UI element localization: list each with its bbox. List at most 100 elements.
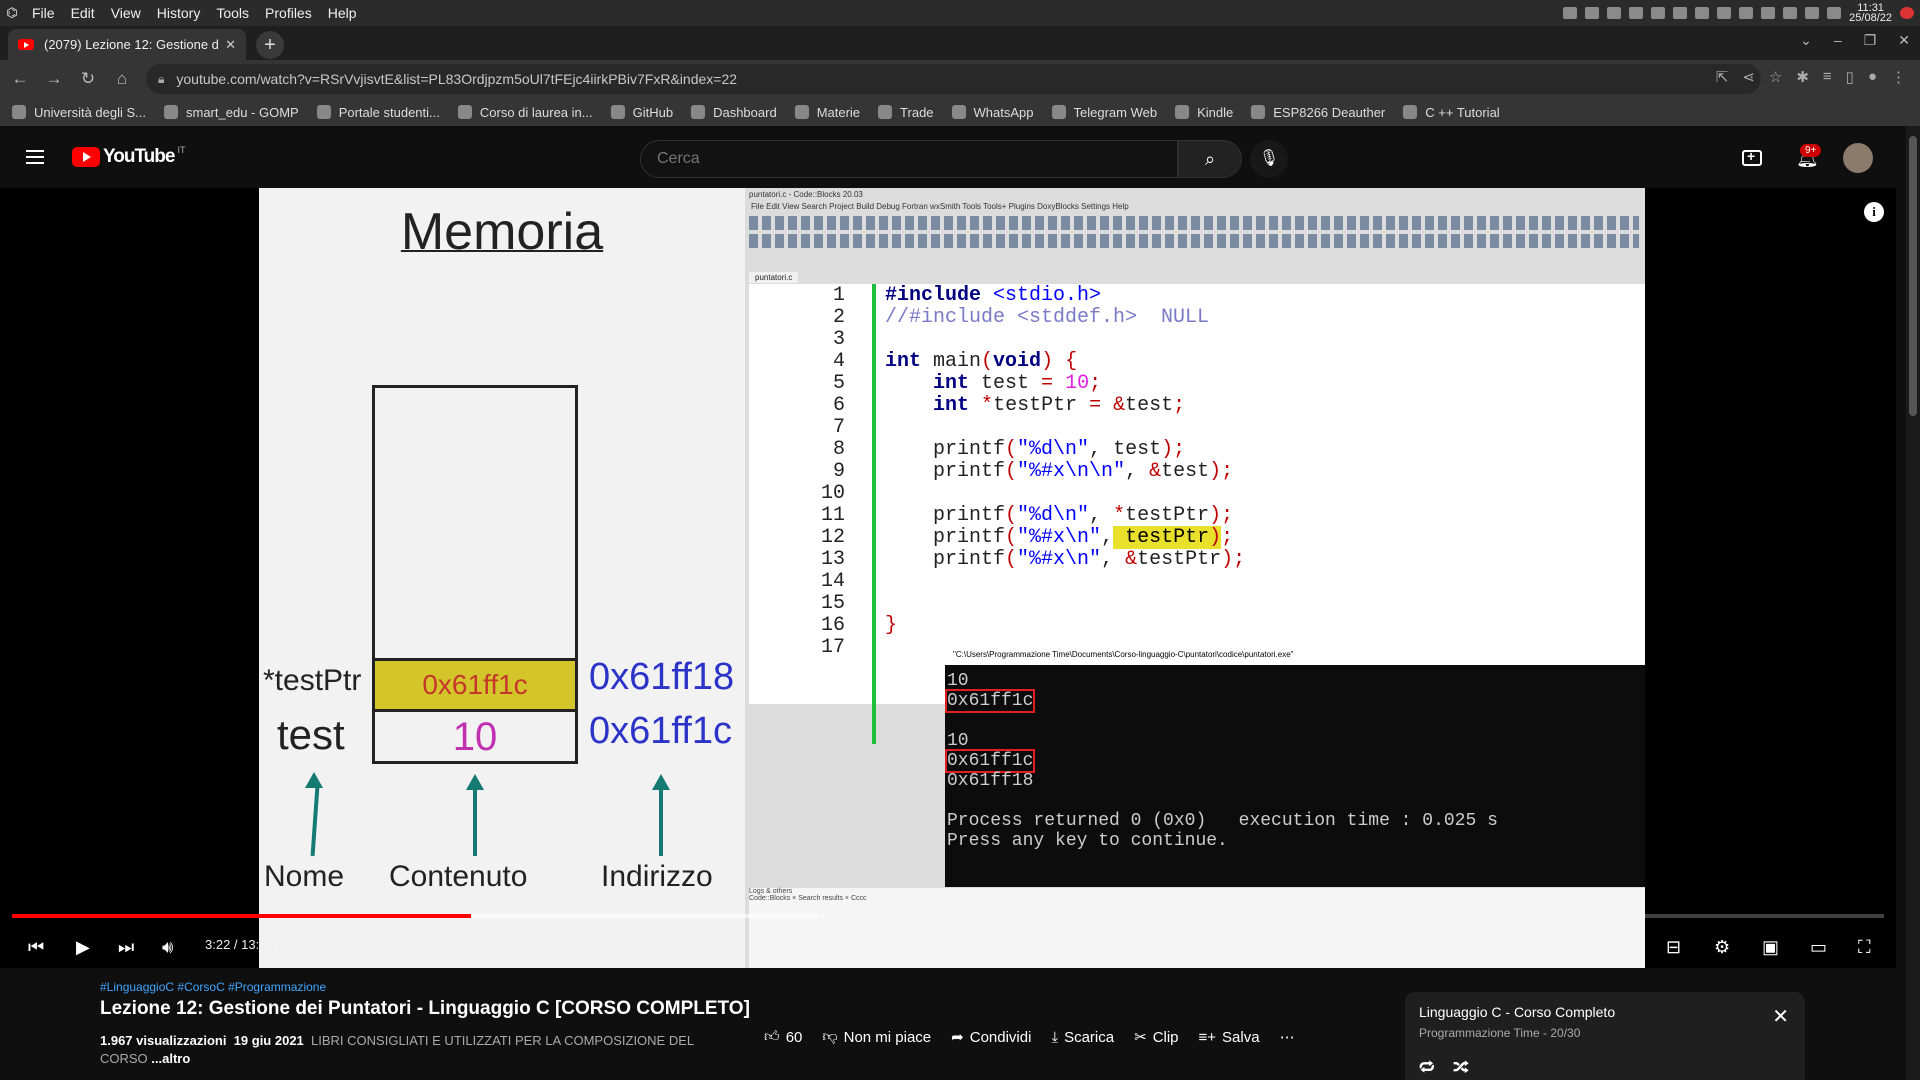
theater-mode-icon[interactable]: ▭ xyxy=(1810,937,1827,958)
youtube-logo-text: YouTube xyxy=(103,146,175,167)
console-line: Press any key to continue. xyxy=(947,831,1228,851)
address-bar[interactable]: 🔒︎ youtube.com/watch?v=RSrVvjisvtE&list=… xyxy=(146,64,1761,94)
subtitles-icon[interactable]: ⊟ xyxy=(1666,937,1681,958)
video-title: Lezione 12: Gestione dei Puntatori - Lin… xyxy=(100,998,750,1019)
forward-icon[interactable]: → xyxy=(40,69,68,89)
lock-icon[interactable]: 🔒︎ xyxy=(158,72,164,87)
more-icon[interactable]: ⋮ xyxy=(1891,68,1906,86)
create-video-icon[interactable] xyxy=(1742,148,1762,166)
settings-gear-icon[interactable]: ⚙ xyxy=(1714,937,1730,958)
menu-tools[interactable]: Tools xyxy=(208,0,257,26)
code-line: int main(void) { xyxy=(885,350,1078,373)
scrollbar-thumb[interactable] xyxy=(1909,136,1917,416)
menu-icon[interactable] xyxy=(26,150,44,164)
bookmark-item[interactable]: WhatsApp xyxy=(951,105,1034,120)
close-icon[interactable]: ✕ xyxy=(1772,1004,1789,1029)
share-icon[interactable]: ⋖ xyxy=(1742,68,1755,86)
restore-icon[interactable]: ❐ xyxy=(1864,32,1877,49)
back-icon[interactable]: ← xyxy=(6,69,34,89)
bookmark-item[interactable]: Kindle xyxy=(1175,105,1233,120)
video-player[interactable]: Memoria 0x61ff1c 10 *testPtr test 0x61ff… xyxy=(0,188,1896,968)
menu-help[interactable]: Help xyxy=(320,0,365,26)
search-button[interactable]: ⌕ xyxy=(1178,140,1242,178)
tab-search-icon[interactable]: ⌄ xyxy=(1800,32,1812,49)
menu-history[interactable]: History xyxy=(149,0,209,26)
hashtags[interactable]: #LinguaggioC #CorsoC #Programmazione xyxy=(100,980,326,994)
bluetooth-icon[interactable] xyxy=(1805,7,1820,19)
new-tab-button[interactable]: + xyxy=(256,31,284,59)
tray-app-icon[interactable] xyxy=(1651,7,1666,19)
volume-icon[interactable]: 🔊︎ xyxy=(162,937,173,958)
extensions-icon[interactable]: ✱ xyxy=(1796,68,1809,86)
bookmark-item[interactable]: Dashboard xyxy=(691,105,777,120)
share-button[interactable]: ➦ Condividi xyxy=(951,1028,1031,1047)
bookmark-item[interactable]: Materie xyxy=(794,105,860,120)
save-button[interactable]: ≡+ Salva xyxy=(1199,1028,1260,1046)
dislike-button[interactable]: 👎︎ Non mi piace xyxy=(822,1028,931,1046)
bookmark-item[interactable]: smart_edu - GOMP xyxy=(164,105,299,120)
previous-icon[interactable]: ⏮ xyxy=(28,937,44,958)
wifi-icon[interactable] xyxy=(1827,7,1842,19)
browser-tab[interactable]: (2079) Lezione 12: Gestione d ✕ xyxy=(8,29,246,60)
tray-app-icon[interactable] xyxy=(1563,7,1578,19)
tray-app-icon[interactable] xyxy=(1673,7,1688,19)
voice-search-button[interactable]: 🎙︎ xyxy=(1250,140,1288,178)
menu-edit[interactable]: Edit xyxy=(63,0,103,26)
profile-icon[interactable]: ● xyxy=(1868,68,1877,86)
install-icon[interactable]: ⇱ xyxy=(1716,68,1729,86)
clip-button[interactable]: ✂ Clip xyxy=(1134,1028,1178,1047)
page-scrollbar[interactable] xyxy=(1906,126,1920,1080)
sidebar-icon[interactable]: ▯ xyxy=(1846,68,1854,86)
miniplayer-icon[interactable]: ▣ xyxy=(1762,937,1779,958)
search-input[interactable] xyxy=(640,140,1178,178)
reading-list-icon[interactable]: ≡ xyxy=(1823,68,1832,86)
tray-app-icon[interactable] xyxy=(1695,7,1710,19)
next-icon[interactable]: ⏭ xyxy=(118,937,134,958)
play-icon[interactable]: ▶ xyxy=(76,937,90,958)
bookmark-label: Portale studenti... xyxy=(338,104,440,120)
like-button[interactable]: 👍︎ 60 xyxy=(764,1028,802,1046)
bookmark-item[interactable]: ESP8266 Deauther xyxy=(1251,105,1385,120)
volume-icon[interactable] xyxy=(1761,7,1776,19)
menu-file[interactable]: File xyxy=(24,0,63,26)
info-icon[interactable]: i xyxy=(1864,202,1884,222)
chrome-icon[interactable] xyxy=(1900,7,1914,19)
battery-icon[interactable] xyxy=(1783,7,1798,19)
bookmark-item[interactable]: GitHub xyxy=(610,105,673,120)
bookmark-favicon-icon xyxy=(1251,105,1266,119)
bookmark-item[interactable]: Università degli S... xyxy=(12,105,146,120)
bookmark-item[interactable]: Trade xyxy=(878,105,934,120)
tray-app-icon[interactable] xyxy=(1629,7,1644,19)
bookmark-item[interactable]: C ++ Tutorial xyxy=(1403,105,1500,120)
tray-app-icon[interactable] xyxy=(1607,7,1622,19)
download-button[interactable]: ⤓ Scarica xyxy=(1051,1028,1114,1046)
shuffle-icon[interactable]: 🔀︎ xyxy=(1453,1056,1469,1079)
video-description[interactable]: 1.967 visualizzazioni 19 giu 2021 LIBRI … xyxy=(100,1032,720,1068)
avatar[interactable] xyxy=(1843,143,1873,173)
close-window-icon[interactable]: ✕ xyxy=(1898,32,1910,49)
more-link[interactable]: ...altro xyxy=(151,1051,190,1066)
playlist-title[interactable]: Linguaggio C - Corso Completo xyxy=(1419,1004,1791,1020)
bookmark-item[interactable]: Telegram Web xyxy=(1051,105,1157,120)
loop-icon[interactable]: 🔁︎ xyxy=(1419,1056,1435,1079)
more-actions-button[interactable]: ⋯ xyxy=(1280,1028,1295,1046)
minimize-icon[interactable]: – xyxy=(1834,32,1842,49)
progress-bar[interactable] xyxy=(12,914,1884,918)
tray-app-icon[interactable] xyxy=(1739,7,1754,19)
fullscreen-icon[interactable]: ⛶ xyxy=(1858,937,1871,958)
menu-view[interactable]: View xyxy=(103,0,149,26)
save-label: Salva xyxy=(1222,1028,1260,1046)
youtube-logo[interactable]: YouTube IT xyxy=(72,145,185,168)
home-icon[interactable]: ⌂ xyxy=(108,69,136,89)
bookmark-item[interactable]: Corso di laurea in... xyxy=(457,105,593,120)
line-number: 14 xyxy=(820,570,845,593)
reload-icon[interactable]: ↻ xyxy=(74,69,102,89)
tray-app-icon[interactable] xyxy=(1717,7,1732,19)
clock[interactable]: 11:31 25/08/22 xyxy=(1849,3,1892,24)
tray-app-icon[interactable] xyxy=(1585,7,1600,19)
bookmark-item[interactable]: Portale studenti... xyxy=(316,104,440,120)
menu-profiles[interactable]: Profiles xyxy=(257,0,320,26)
close-tab-icon[interactable]: ✕ xyxy=(225,37,236,53)
bookmark-star-icon[interactable]: ☆ xyxy=(1769,68,1782,86)
app-launcher-icon[interactable]: ⌬ xyxy=(0,5,24,21)
